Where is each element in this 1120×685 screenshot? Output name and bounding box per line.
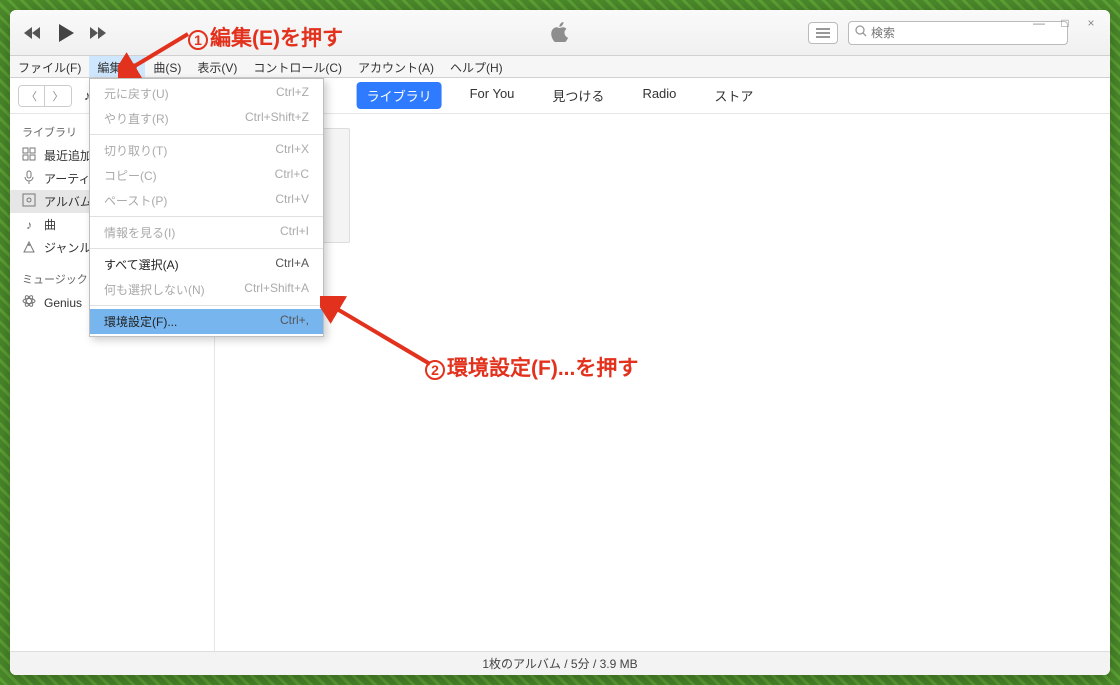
- tab-見つける[interactable]: 見つける: [542, 82, 614, 109]
- disc-icon: [22, 193, 36, 210]
- menu-コントロール(C)[interactable]: コントロール(C): [245, 56, 350, 77]
- menu-item-label: やり直す(R): [104, 110, 169, 127]
- next-track-icon[interactable]: [88, 25, 110, 41]
- nav-forward-button[interactable]: 〉: [45, 86, 71, 106]
- menu-item-label: 情報を見る(I): [104, 224, 175, 241]
- menu-item-label: 何も選択しない(N): [104, 281, 205, 298]
- maximize-button[interactable]: □: [1054, 14, 1076, 32]
- menu-item-shortcut: Ctrl+V: [275, 192, 309, 209]
- menu-ファイル(F)[interactable]: ファイル(F): [10, 56, 89, 77]
- menu-item-切り取り(T): 切り取り(T) Ctrl+X: [90, 138, 323, 163]
- nav-back-button[interactable]: 〈: [19, 86, 45, 106]
- menu-item-label: 環境設定(F)...: [104, 313, 177, 330]
- menu-item-label: すべて選択(A): [104, 256, 179, 273]
- status-text: 1枚のアルバム / 5分 / 3.9 MB: [482, 655, 637, 672]
- atom-icon: [22, 294, 36, 311]
- menu-item-label: ペースト(P): [104, 192, 167, 209]
- window-controls: — □ ×: [1028, 14, 1102, 32]
- album-title: Test CD: [235, 249, 1090, 263]
- menu-item-情報を見る(I): 情報を見る(I) Ctrl+I: [90, 220, 323, 245]
- tab-For You[interactable]: For You: [460, 82, 525, 109]
- menu-item-shortcut: Ctrl+A: [275, 256, 309, 273]
- sidebar-item-label: ジャンル: [44, 239, 91, 256]
- menu-曲(S)[interactable]: 曲(S): [145, 56, 189, 77]
- tab-ストア[interactable]: ストア: [704, 82, 763, 109]
- search-icon: [855, 25, 867, 40]
- list-view-button[interactable]: [808, 22, 838, 44]
- nav-arrows: 〈 〉: [18, 85, 72, 107]
- tab-Radio[interactable]: Radio: [632, 82, 686, 109]
- menu-separator: [90, 248, 323, 249]
- menu-item-やり直す(R): やり直す(R) Ctrl+Shift+Z: [90, 106, 323, 131]
- app-window: — □ × ファイル: [10, 10, 1110, 675]
- menu-item-label: 元に戻す(U): [104, 85, 169, 102]
- menu-item-label: コピー(C): [104, 167, 157, 184]
- menu-ヘルプ(H)[interactable]: ヘルプ(H): [442, 56, 511, 77]
- menu-item-元に戻す(U): 元に戻す(U) Ctrl+Z: [90, 81, 323, 106]
- apple-logo-icon: [551, 22, 569, 48]
- close-button[interactable]: ×: [1080, 14, 1102, 32]
- menu-separator: [90, 134, 323, 135]
- status-bar: 1枚のアルバム / 5分 / 3.9 MB: [10, 651, 1110, 675]
- menu-item-label: 切り取り(T): [104, 142, 167, 159]
- sidebar-item-label: Genius: [44, 296, 82, 310]
- minimize-button[interactable]: —: [1028, 14, 1050, 32]
- content-area: Test CD iTunes User: [215, 114, 1110, 651]
- note-icon: ♪: [22, 218, 36, 232]
- menu-item-環境設定(F)...[interactable]: 環境設定(F)... Ctrl+,: [90, 309, 323, 334]
- play-icon[interactable]: [56, 22, 76, 44]
- menubar: ファイル(F)編集(E)曲(S)表示(V)コントロール(C)アカウント(A)ヘル…: [10, 56, 1110, 78]
- menu-item-shortcut: Ctrl+,: [280, 313, 309, 330]
- menu-編集(E)[interactable]: 編集(E): [89, 56, 145, 77]
- mic-icon: [22, 170, 36, 187]
- bars-icon: [22, 239, 36, 256]
- menu-アカウント(A)[interactable]: アカウント(A): [350, 56, 442, 77]
- menu-separator: [90, 305, 323, 306]
- menu-item-shortcut: Ctrl+I: [280, 224, 309, 241]
- menu-item-shortcut: Ctrl+X: [275, 142, 309, 159]
- menu-item-コピー(C): コピー(C) Ctrl+C: [90, 163, 323, 188]
- album-artist: iTunes User: [235, 263, 1090, 277]
- menu-item-shortcut: Ctrl+Z: [276, 85, 309, 102]
- menu-item-ペースト(P): ペースト(P) Ctrl+V: [90, 188, 323, 213]
- menu-separator: [90, 216, 323, 217]
- prev-track-icon[interactable]: [22, 25, 44, 41]
- menu-表示(V)[interactable]: 表示(V): [189, 56, 245, 77]
- playback-controls: [22, 22, 110, 44]
- menu-item-すべて選択(A)[interactable]: すべて選択(A) Ctrl+A: [90, 252, 323, 277]
- menu-item-shortcut: Ctrl+Shift+Z: [245, 110, 309, 127]
- menu-item-何も選択しない(N): 何も選択しない(N) Ctrl+Shift+A: [90, 277, 323, 302]
- sidebar-item-label: アルバム: [44, 193, 92, 210]
- section-tabs: ライブラリ For You 見つける Radio ストア: [357, 82, 764, 109]
- edit-menu-dropdown: 元に戻す(U) Ctrl+Z やり直す(R) Ctrl+Shift+Z 切り取り(T) C…: [89, 78, 324, 337]
- grid-icon: [22, 147, 36, 164]
- menu-item-shortcut: Ctrl+Shift+A: [244, 281, 309, 298]
- sidebar-item-label: 曲: [44, 216, 56, 233]
- menu-item-shortcut: Ctrl+C: [275, 167, 309, 184]
- tab-ライブラリ[interactable]: ライブラリ: [357, 82, 442, 109]
- top-toolbar: [10, 10, 1110, 56]
